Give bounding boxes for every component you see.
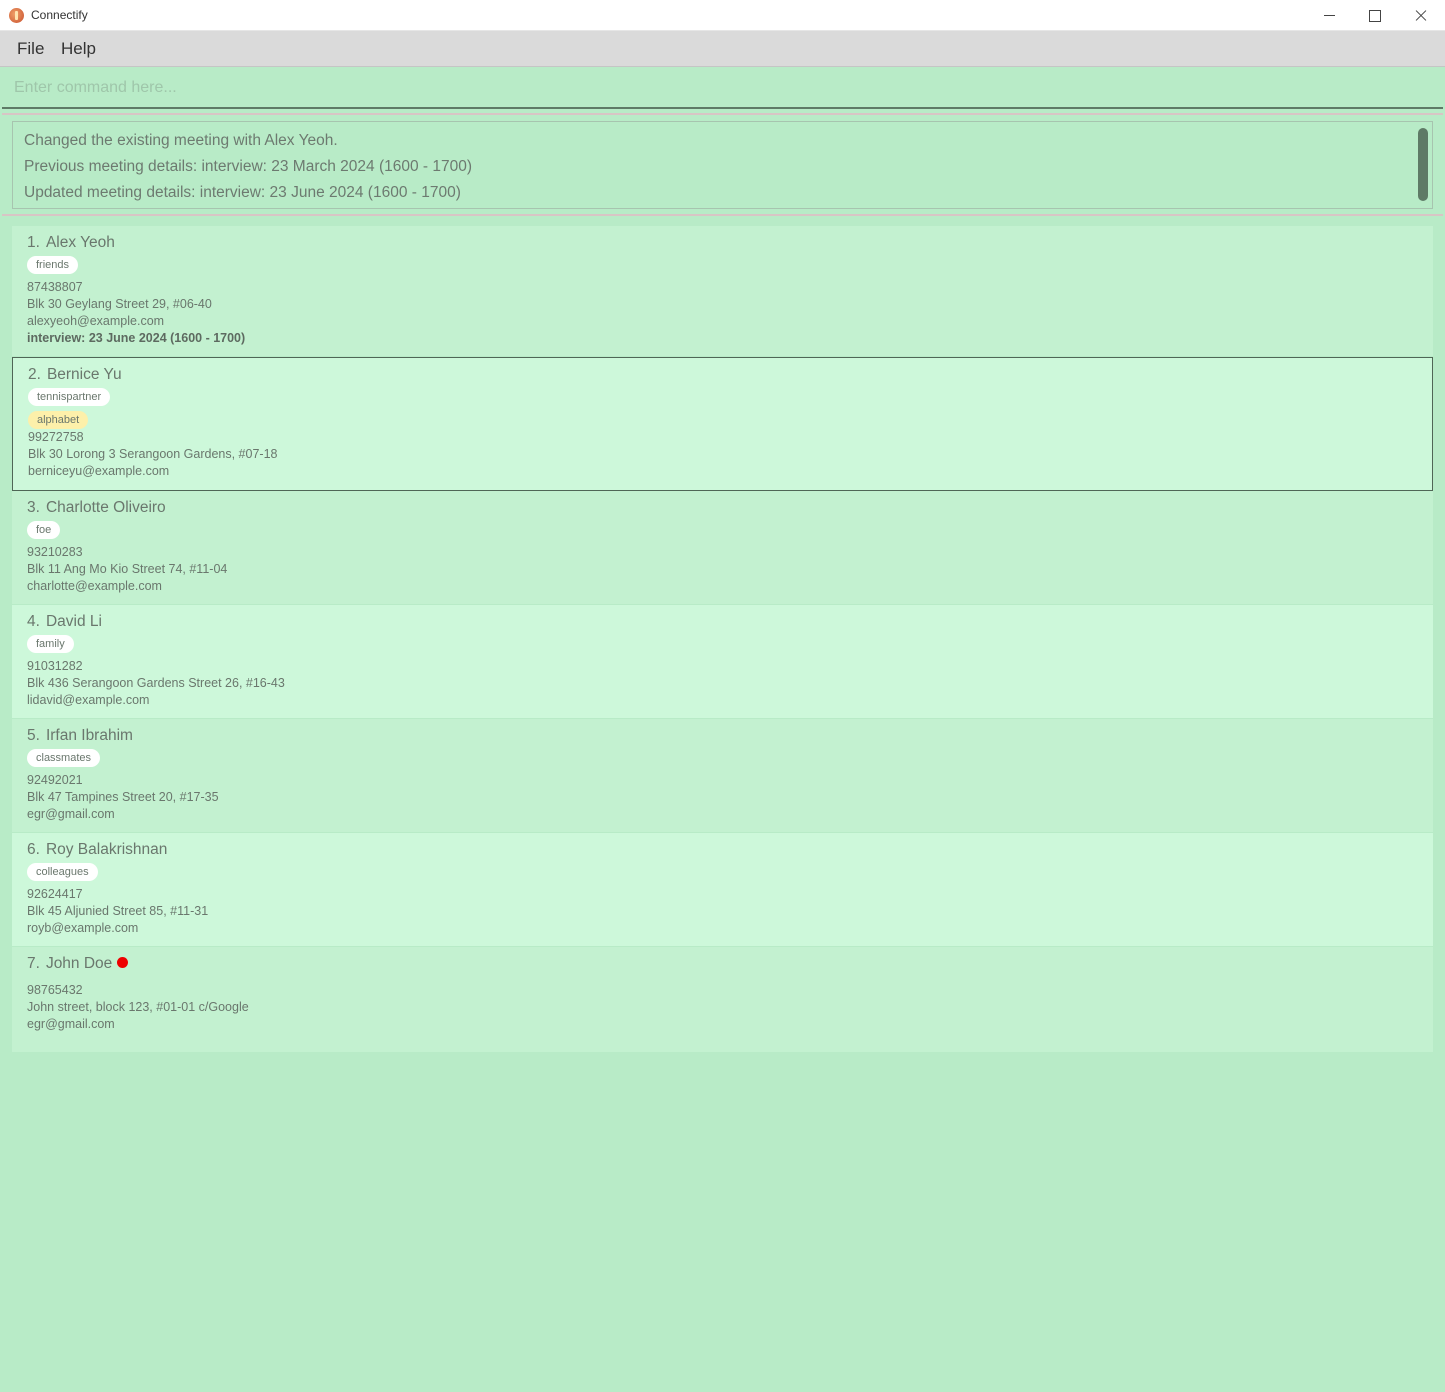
tag-chip: tennispartner: [28, 388, 111, 406]
person-name: Roy Balakrishnan: [45, 841, 168, 858]
result-line: Updated meeting details: interview: 23 J…: [24, 184, 461, 201]
command-box: [2, 67, 1443, 109]
person-address: Blk 30 Geylang Street 29, #06-40: [27, 297, 212, 311]
person-header: 7. John Doe: [27, 955, 129, 973]
person-phone: 87438807: [27, 280, 83, 294]
person-email: charlotte@example.com: [27, 579, 162, 593]
person-header: 5. Irfan Ibrahim: [27, 727, 133, 745]
result-display: Changed the existing meeting with Alex Y…: [12, 121, 1433, 209]
person-email: egr@gmail.com: [27, 807, 115, 821]
divider: [2, 214, 1443, 216]
person-meeting: interview: 23 June 2024 (1600 - 1700): [27, 331, 246, 345]
menu-help[interactable]: Help: [61, 39, 96, 59]
tag-chip: colleagues: [27, 863, 98, 881]
person-address: Blk 47 Tampines Street 20, #17-35: [27, 790, 219, 804]
result-line: Changed the existing meeting with Alex Y…: [24, 132, 338, 149]
tag-chip: alphabet: [28, 411, 89, 429]
maximize-button[interactable]: [1352, 0, 1398, 31]
person-index: 3.: [27, 499, 40, 516]
app-icon: [9, 8, 24, 23]
person-index: 2.: [28, 366, 41, 383]
person-name: David Li: [45, 613, 102, 630]
person-name: Alex Yeoh: [45, 234, 115, 251]
person-phone: 93210283: [27, 545, 83, 559]
window-title: Connectify: [31, 8, 88, 22]
person-email: berniceyu@example.com: [28, 464, 170, 478]
person-card[interactable]: 4. David Li family 91031282 Blk 436 Seran…: [12, 605, 1433, 718]
person-name: John Doe: [45, 955, 113, 972]
person-card[interactable]: 1. Alex Yeoh friends 87438807 Blk 30 Geyl…: [12, 226, 1433, 356]
person-address: Blk 45 Aljunied Street 85, #11-31: [27, 904, 209, 918]
minimize-button[interactable]: [1307, 0, 1353, 31]
status-dot-icon: [117, 957, 129, 968]
person-card[interactable]: 7. John Doe 98765432 John street, block 1…: [12, 947, 1433, 1052]
person-name: Irfan Ibrahim: [45, 727, 133, 744]
person-index: 7.: [27, 955, 40, 972]
person-email: royb@example.com: [27, 921, 139, 935]
person-header: 4. David Li: [27, 613, 102, 631]
person-phone: 99272758: [28, 430, 84, 444]
result-scrollbar[interactable]: [1418, 128, 1428, 201]
person-card[interactable]: 5. Irfan Ibrahim classmates 92492021 Blk …: [12, 719, 1433, 832]
command-input[interactable]: [14, 77, 1414, 99]
close-button[interactable]: [1398, 0, 1444, 31]
person-name: Charlotte Oliveiro: [45, 499, 166, 516]
person-email: egr@gmail.com: [27, 1017, 115, 1031]
person-address: Blk 30 Lorong 3 Serangoon Gardens, #07-1…: [28, 447, 278, 461]
tag-chip: classmates: [27, 749, 101, 767]
person-card-selected[interactable]: 2. Bernice Yu tennispartner alphabet 9927…: [12, 357, 1433, 491]
person-header: 1. Alex Yeoh: [27, 234, 115, 252]
person-address: John street, block 123, #01-01 c/Google: [27, 1000, 249, 1014]
person-index: 6.: [27, 841, 40, 858]
tag-chip: family: [27, 635, 74, 653]
tag-chip: foe: [27, 521, 61, 539]
tag-chip: friends: [27, 256, 79, 274]
divider: [2, 113, 1443, 115]
person-card[interactable]: 3. Charlotte Oliveiro foe 93210283 Blk 11…: [12, 491, 1433, 604]
person-index: 4.: [27, 613, 40, 630]
person-phone: 92492021: [27, 773, 83, 787]
person-phone: 92624417: [27, 887, 83, 901]
person-header: 6. Roy Balakrishnan: [27, 841, 167, 859]
person-index: 1.: [27, 234, 40, 251]
person-card[interactable]: 6. Roy Balakrishnan colleagues 92624417 B…: [12, 833, 1433, 946]
person-email: lidavid@example.com: [27, 693, 150, 707]
menu-bar: File Help: [0, 31, 1445, 67]
person-address: Blk 11 Ang Mo Kio Street 74, #11-04: [27, 562, 228, 576]
title-bar: Connectify: [0, 0, 1445, 31]
person-header: 3. Charlotte Oliveiro: [27, 499, 166, 517]
person-name: Bernice Yu: [46, 366, 122, 383]
person-address: Blk 436 Serangoon Gardens Street 26, #16…: [27, 676, 285, 690]
result-line: Previous meeting details: interview: 23 …: [24, 158, 473, 175]
person-phone: 98765432: [27, 983, 83, 997]
person-header: 2. Bernice Yu: [28, 366, 122, 384]
person-email: alexyeoh@example.com: [27, 314, 165, 328]
person-index: 5.: [27, 727, 40, 744]
person-phone: 91031282: [27, 659, 83, 673]
menu-file[interactable]: File: [17, 39, 44, 59]
